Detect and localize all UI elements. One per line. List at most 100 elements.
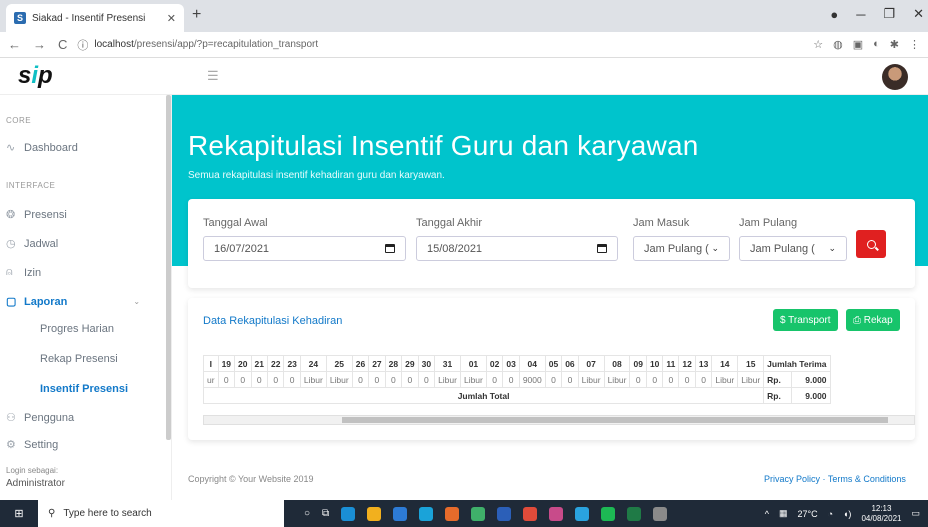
sidebar-item-izin[interactable]: ⍝ Izin: [6, 266, 41, 279]
table-cell: 0: [250, 371, 268, 388]
sidebar-item-pengguna[interactable]: ⚇ Pengguna: [6, 411, 74, 425]
forward-icon[interactable]: →: [33, 37, 46, 52]
word-icon[interactable]: [497, 506, 512, 521]
table-header-cell: 01: [459, 355, 487, 372]
chevron-down-icon: ⌄: [133, 297, 141, 306]
app-icon[interactable]: [445, 506, 460, 521]
jam-masuk-select[interactable]: Jam Pulang (⌄: [633, 236, 730, 261]
tanggal-awal-field[interactable]: 16/07/2021: [203, 236, 406, 261]
profile-icon[interactable]: ●: [830, 7, 838, 22]
table-header-cell: 15: [737, 355, 765, 372]
back-icon[interactable]: ←: [8, 37, 21, 52]
telegram-icon[interactable]: [575, 506, 590, 521]
app-icon[interactable]: [549, 506, 564, 521]
sidebar-item-presensi[interactable]: ❂ Presensi: [6, 208, 67, 222]
table-cell: 0: [266, 371, 285, 388]
close-tab-icon[interactable]: ✕: [167, 12, 176, 25]
sidebar-item-jadwal[interactable]: ◷ Jadwal: [6, 237, 58, 251]
sidebar-subitem-rekap[interactable]: Rekap Presensi: [40, 353, 118, 365]
taskbar-apps: ○ ⧉: [304, 506, 668, 521]
table-header-cell: 09: [629, 355, 647, 372]
chrome-icon[interactable]: [471, 506, 486, 521]
search-icon: [866, 239, 876, 249]
minimize-icon[interactable]: ─: [856, 7, 865, 22]
calendar-icon[interactable]: [385, 244, 395, 253]
favicon-icon: S: [14, 12, 26, 24]
sidebar-scrollbar[interactable]: [166, 95, 171, 440]
table-cell: 0: [561, 371, 579, 388]
sidebar-item-setting[interactable]: ⚙ Setting: [6, 438, 58, 452]
bookmark-star-icon[interactable]: ☆: [813, 38, 823, 51]
table-header-cell: 22: [266, 355, 285, 372]
table-cell: ur: [203, 371, 219, 388]
extension-icon[interactable]: ◍: [833, 38, 843, 51]
windows-start-icon[interactable]: ⊞: [0, 500, 38, 527]
table-header-cell: 27: [368, 355, 386, 372]
table-header-cell: 30: [417, 355, 436, 372]
network-icon[interactable]: ◔: [828, 509, 833, 519]
reload-icon[interactable]: C: [58, 37, 67, 52]
sidebar-subitem-progres[interactable]: Progres Harian: [40, 323, 114, 335]
chevron-up-icon[interactable]: ^: [765, 509, 769, 519]
taskbar-search[interactable]: ⚲ Type here to search: [38, 500, 284, 527]
calendar-icon[interactable]: [597, 244, 607, 253]
new-tab-icon[interactable]: +: [192, 6, 201, 24]
scrollbar-thumb[interactable]: [342, 417, 888, 423]
users-icon: ⚇: [6, 412, 16, 424]
store-icon[interactable]: [393, 506, 408, 521]
activity-icon: ∿: [6, 142, 16, 154]
table-header-cell: 20: [234, 355, 252, 372]
volume-icon[interactable]: ◖): [843, 509, 851, 519]
sidebar: CORE ∿ Dashboard INTERFACE ❂ Presensi ◷ Jad…: [0, 95, 172, 500]
avatar[interactable]: [882, 64, 908, 90]
sidebar-item-laporan[interactable]: ▢ Laporan ⌄: [6, 295, 141, 309]
section-interface: INTERFACE: [6, 181, 56, 190]
puzzle-icon[interactable]: ✱: [890, 38, 899, 51]
notification-icon[interactable]: ▭: [911, 508, 920, 519]
extension-icon[interactable]: ▣: [853, 38, 863, 51]
app-logo[interactable]: sip: [18, 62, 53, 90]
task-view-icon[interactable]: ⧉: [322, 508, 329, 519]
table-header-cell: 13: [694, 355, 713, 372]
cortana-icon[interactable]: ○: [304, 508, 310, 519]
table-cell: 0: [384, 371, 403, 388]
table-header-cell: 08: [603, 355, 631, 372]
temperature[interactable]: 27°C: [797, 509, 817, 519]
jam-pulang-select[interactable]: Jam Pulang (⌄: [739, 236, 847, 261]
mail-icon[interactable]: [419, 506, 434, 521]
menu-dots-icon[interactable]: ⋮: [909, 38, 920, 51]
extension-icon[interactable]: ◐: [873, 38, 880, 51]
search-button[interactable]: [856, 230, 886, 258]
table-cell: Libur: [325, 371, 353, 388]
weather-icon[interactable]: ▦: [779, 508, 788, 519]
table-cell: Libur: [299, 371, 327, 388]
info-icon[interactable]: ⓘ: [77, 37, 88, 53]
file-explorer-icon[interactable]: [367, 506, 382, 521]
clock[interactable]: 12:13 04/08/2021: [861, 504, 901, 524]
sidebar-subitem-insentif[interactable]: Insentif Presensi: [40, 383, 128, 395]
maximize-icon[interactable]: ❐: [883, 6, 895, 22]
edge-icon[interactable]: [341, 506, 356, 521]
browser-tab[interactable]: S Siakad - Insentif Presensi ✕: [6, 4, 184, 32]
recap-table: I 19 20 21 22 23 24 25 26 27 28 29 30 31 01 02 03 04 05 06 0…: [203, 355, 831, 404]
menu-toggle-icon[interactable]: ☰: [207, 68, 219, 84]
table-header-cell: 31: [434, 355, 461, 372]
table-cell: Libur: [577, 371, 605, 388]
table-scroll-area[interactable]: I 19 20 21 22 23 24 25 26 27 28 29 30 31 01 02 03 04 05 06 0…: [203, 355, 915, 415]
footer-links[interactable]: Privacy Policy · Terms & Conditions: [764, 474, 906, 484]
url-field[interactable]: localhost/presensi/app/?p=recapitulation…: [94, 39, 318, 50]
table-header-cell: 07: [577, 355, 605, 372]
tanggal-akhir-field[interactable]: 15/08/2021: [416, 236, 618, 261]
spotify-icon[interactable]: [601, 506, 616, 521]
excel-icon[interactable]: [627, 506, 642, 521]
table-header-cell: 28: [384, 355, 403, 372]
window-close-icon[interactable]: ✕: [913, 6, 924, 22]
figma-icon[interactable]: [523, 506, 538, 521]
transport-button[interactable]: $ Transport: [773, 309, 838, 331]
total-label: Jumlah Total: [203, 387, 765, 404]
rekap-button[interactable]: ⎙ Rekap: [846, 309, 900, 331]
sidebar-item-dashboard[interactable]: ∿ Dashboard: [6, 141, 78, 155]
app-icon[interactable]: [653, 506, 668, 521]
system-tray: ^ ▦ 27°C ◔ ◖) 12:13 04/08/2021 ▭: [765, 504, 928, 524]
page-title: Rekapitulasi Insentif Guru dan karyawan: [188, 130, 699, 161]
